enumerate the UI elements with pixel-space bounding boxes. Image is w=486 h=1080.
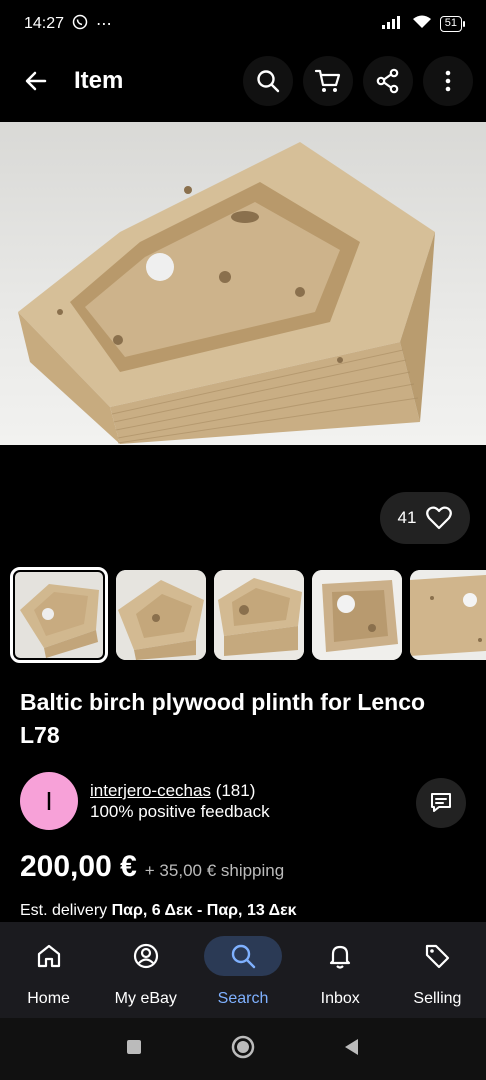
search-button[interactable] xyxy=(243,56,293,106)
battery-icon: 51 xyxy=(439,16,466,32)
nav-selling-label: Selling xyxy=(413,990,462,1007)
nav-search[interactable]: Search xyxy=(194,922,291,1018)
system-navigation xyxy=(0,1018,486,1080)
avatar[interactable]: I xyxy=(20,772,78,830)
home-system-icon[interactable] xyxy=(230,1034,256,1065)
item-title: Baltic birch plywood plinth for Lenco L7… xyxy=(20,689,426,748)
message-seller-button[interactable] xyxy=(416,778,466,828)
thumbnail-2[interactable] xyxy=(116,570,206,660)
nav-my-ebay[interactable]: My eBay xyxy=(97,922,194,1018)
shipping-cost: + 35,00 € shipping xyxy=(144,861,285,880)
seller-feedback: 100% positive feedback xyxy=(90,802,270,821)
estimated-delivery: Est. delivery Παρ, 6 Δεκ - Παρ, 13 Δεκ xyxy=(20,902,297,920)
arrow-left-icon xyxy=(25,71,47,91)
bell-icon xyxy=(301,936,379,976)
nav-search-label: Search xyxy=(217,990,269,1007)
nav-inbox-label: Inbox xyxy=(320,990,360,1007)
thumbnail-1[interactable] xyxy=(10,567,108,663)
back-button[interactable] xyxy=(8,53,64,109)
tag-icon xyxy=(398,936,476,976)
thumbnail-5[interactable] xyxy=(410,570,486,660)
delivery-prefix: Est. delivery xyxy=(20,902,108,919)
price-row: 200,00 € + 35,00 € shipping xyxy=(20,850,284,884)
nav-home[interactable]: Home xyxy=(0,922,97,1018)
more-notifications-icon: ⋯ xyxy=(96,16,113,33)
home-icon xyxy=(10,936,88,976)
cart-icon xyxy=(314,69,341,92)
watch-button[interactable]: 41 xyxy=(380,492,470,544)
share-button[interactable] xyxy=(363,56,413,106)
viber-icon xyxy=(72,14,88,35)
seller-rating-count: (181) xyxy=(215,781,256,800)
nav-selling[interactable]: Selling xyxy=(389,922,486,1018)
thumbnail-strip xyxy=(10,567,486,663)
thumbnail-3[interactable] xyxy=(214,570,304,660)
more-vertical-icon xyxy=(445,70,451,92)
seller-name-link[interactable]: interjero-cechas xyxy=(90,781,211,800)
bottom-navigation: Home My eBay Search Inbox Selling xyxy=(0,922,486,1018)
nav-inbox[interactable]: Inbox xyxy=(292,922,389,1018)
cart-button[interactable] xyxy=(303,56,353,106)
seller-info[interactable]: I interjero-cechas (181) 100% positive f… xyxy=(20,772,270,830)
thumbnail-4[interactable] xyxy=(312,570,402,660)
price: 200,00 € xyxy=(20,850,137,883)
search-icon xyxy=(204,936,282,976)
chat-icon xyxy=(431,793,451,812)
profile-icon xyxy=(107,936,185,976)
nav-my-ebay-label: My eBay xyxy=(114,990,177,1007)
more-options-button[interactable] xyxy=(423,56,473,106)
back-system-icon[interactable] xyxy=(342,1037,362,1062)
app-bar: Item xyxy=(0,52,486,110)
item-main-image[interactable] xyxy=(0,122,486,445)
status-time: 14:27 xyxy=(24,15,65,32)
status-bar: 14:27 ⋯ 51 xyxy=(0,0,486,48)
wifi-icon xyxy=(412,15,432,34)
share-icon xyxy=(376,68,399,94)
search-icon xyxy=(257,70,280,93)
recents-icon[interactable] xyxy=(124,1037,144,1062)
delivery-range: Παρ, 6 Δεκ - Παρ, 13 Δεκ xyxy=(111,902,297,919)
page-title: Item xyxy=(74,67,124,94)
heart-icon xyxy=(426,506,453,530)
signal-icon xyxy=(381,15,404,34)
watch-count: 41 xyxy=(397,508,417,527)
nav-home-label: Home xyxy=(27,990,70,1007)
